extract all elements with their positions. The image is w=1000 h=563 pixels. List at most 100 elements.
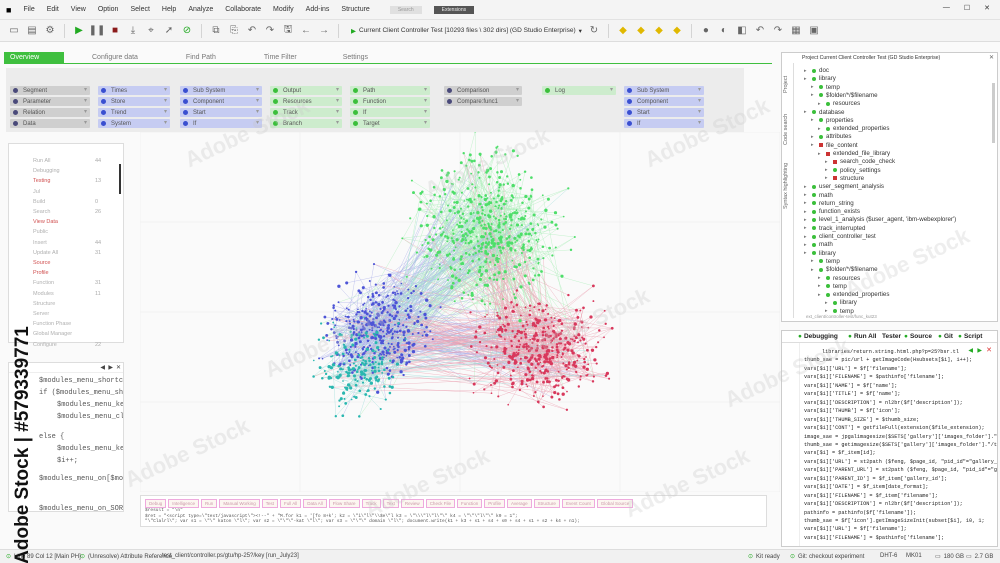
graph-node[interactable] [519, 357, 522, 360]
graph-node[interactable] [437, 278, 440, 281]
graph-node[interactable] [441, 226, 444, 229]
graph-node[interactable] [536, 223, 539, 225]
graph-node[interactable] [405, 363, 408, 366]
graph-node[interactable] [468, 153, 472, 157]
graph-node[interactable] [405, 325, 408, 329]
graph-node[interactable] [569, 337, 572, 340]
graph-node[interactable] [499, 249, 502, 252]
circle-icon[interactable]: ● [700, 25, 712, 37]
graph-node[interactable] [361, 356, 364, 359]
graph-node[interactable] [456, 210, 460, 214]
graph-node[interactable] [378, 326, 381, 329]
graph-node[interactable] [379, 320, 382, 323]
graph-node[interactable] [551, 346, 554, 349]
graph-node[interactable] [351, 324, 355, 328]
graph-node[interactable] [371, 329, 374, 332]
graph-node[interactable] [479, 202, 482, 206]
filter-segment[interactable]: Segment ▾ [10, 86, 90, 95]
graph-node[interactable] [351, 368, 354, 371]
graph-node[interactable] [357, 353, 361, 357]
graph-node[interactable] [375, 345, 380, 350]
graph-node[interactable] [524, 194, 528, 199]
tree-item[interactable]: ▸ library [804, 250, 836, 257]
graph-node[interactable] [553, 211, 558, 215]
graph-node[interactable] [547, 325, 550, 329]
debug-code-line[interactable]: vars[$i]['DESCRIPTION'] = nl2br($f['desc… [804, 400, 963, 406]
graph-node[interactable] [391, 315, 394, 318]
left-list-item[interactable]: View Data [33, 219, 58, 225]
graph-node[interactable] [556, 392, 560, 396]
graph-node[interactable] [325, 333, 329, 337]
graph-node[interactable] [452, 229, 454, 231]
graph-node[interactable] [532, 337, 536, 341]
graph-node[interactable] [336, 340, 340, 344]
graph-node[interactable] [484, 245, 488, 249]
open-file-icon[interactable]: ▤ [26, 25, 38, 37]
debug-code-line[interactable]: vars[$i]['NAME'] = $f['name']; [804, 383, 897, 389]
graph-node[interactable] [510, 219, 513, 222]
graph-node[interactable] [371, 292, 374, 296]
graph-node[interactable] [409, 304, 413, 309]
graph-node[interactable] [548, 246, 551, 250]
graph-node[interactable] [450, 237, 453, 240]
graph-node[interactable] [462, 152, 465, 155]
tab-git[interactable]: ● Git [938, 333, 953, 340]
graph-node[interactable] [504, 315, 508, 319]
graph-node[interactable] [334, 324, 337, 327]
graph-node[interactable] [474, 251, 477, 255]
redo-small-icon[interactable]: ↷ [772, 25, 784, 37]
graph-node[interactable] [408, 360, 411, 364]
graph-node[interactable] [495, 256, 499, 261]
graph-node[interactable] [341, 414, 345, 418]
graph-node[interactable] [582, 306, 585, 310]
graph-node[interactable] [478, 277, 482, 281]
graph-node[interactable] [505, 237, 509, 240]
graph-node[interactable] [541, 330, 545, 334]
attribute-reference[interactable]: ⊙ (Unresolve) Attribute Reference [80, 553, 172, 561]
graph-node[interactable] [524, 214, 527, 218]
graph-node[interactable] [407, 354, 411, 357]
graph-node[interactable] [463, 235, 465, 238]
debug-code-line[interactable]: vars[$i] = $f_item[id]; [804, 450, 876, 456]
graph-node[interactable] [556, 227, 559, 230]
graph-node[interactable] [474, 335, 478, 339]
debug-code-line[interactable]: vars[$i]['URL'] = $f['filename']; [804, 526, 907, 532]
graph-node[interactable] [349, 330, 352, 333]
graph-node[interactable] [377, 302, 381, 307]
graph-node[interactable] [515, 351, 518, 354]
graph-node[interactable] [513, 211, 517, 215]
graph-node[interactable] [484, 269, 489, 273]
graph-node[interactable] [507, 403, 510, 406]
graph-node[interactable] [353, 358, 357, 362]
graph-node[interactable] [490, 191, 492, 194]
graph-node[interactable] [442, 231, 445, 234]
graph-node[interactable] [453, 170, 456, 173]
graph-node[interactable] [565, 408, 569, 411]
graph-node[interactable] [461, 212, 465, 216]
graph-node[interactable] [497, 224, 501, 228]
graph-node[interactable] [460, 216, 463, 220]
graph-node[interactable] [340, 333, 343, 337]
graph-node[interactable] [527, 239, 531, 243]
graph-node[interactable] [391, 291, 395, 294]
graph-node[interactable] [355, 370, 359, 374]
graph-node[interactable] [475, 351, 478, 354]
left-list-item[interactable]: Profile [33, 270, 49, 276]
graph-node[interactable] [387, 331, 391, 334]
graph-node[interactable] [457, 178, 460, 181]
tree-item[interactable]: ▸ temp [818, 283, 847, 290]
graph-node[interactable] [480, 250, 483, 253]
graph-node[interactable] [439, 306, 442, 309]
menu-file[interactable]: File [23, 6, 34, 13]
graph-node[interactable] [530, 188, 534, 192]
graph-node[interactable] [497, 395, 500, 398]
graph-node[interactable] [364, 393, 368, 396]
graph-node[interactable] [545, 350, 548, 353]
graph-node[interactable] [556, 356, 559, 359]
graph-node[interactable] [330, 328, 333, 331]
graph-node[interactable] [512, 306, 515, 308]
graph-node[interactable] [519, 187, 522, 190]
tree-scrollbar[interactable] [992, 83, 995, 143]
graph-node[interactable] [393, 350, 397, 354]
graph-node[interactable] [376, 390, 380, 394]
